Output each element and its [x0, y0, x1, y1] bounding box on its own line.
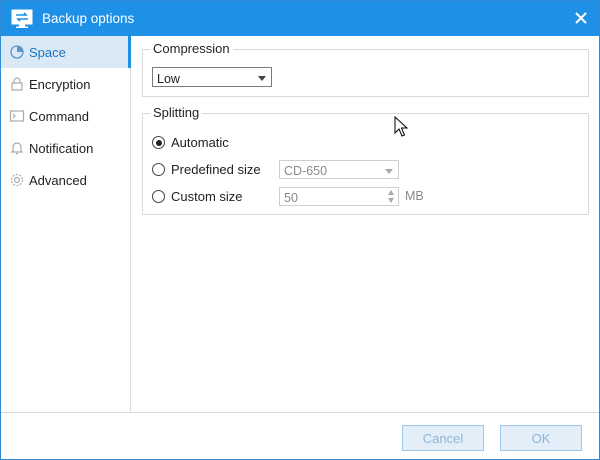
radio-button[interactable] — [152, 163, 165, 176]
radio-label: Predefined size — [171, 162, 261, 177]
sidebar-item-encryption[interactable]: Encryption — [1, 68, 130, 100]
compression-selected-value: Low — [157, 72, 180, 86]
radio-button-checked[interactable] — [152, 136, 165, 149]
dialog-footer: Cancel OK — [1, 412, 599, 459]
cancel-button[interactable]: Cancel — [402, 425, 484, 451]
lock-icon — [11, 77, 23, 91]
terminal-icon — [9, 110, 25, 122]
compression-dropdown[interactable]: Low — [152, 67, 272, 87]
splitting-legend: Splitting — [150, 105, 203, 120]
radio-button[interactable] — [152, 190, 165, 203]
radio-automatic[interactable]: Automatic — [152, 135, 229, 150]
spin-down-icon[interactable] — [388, 198, 394, 203]
window-title: Backup options — [42, 11, 135, 26]
space-settings-panel: Compression Low Splitting Automatic Pred… — [132, 36, 599, 412]
options-sidebar: Space Encryption Command Notification Ad… — [1, 36, 131, 412]
ok-button[interactable]: OK — [500, 425, 582, 451]
dropdown-arrow-icon — [385, 169, 393, 174]
sidebar-item-advanced[interactable]: Advanced — [1, 164, 130, 196]
sidebar-item-label: Space — [29, 44, 66, 60]
sidebar-item-notification[interactable]: Notification — [1, 132, 130, 164]
radio-label: Automatic — [171, 135, 229, 150]
close-icon[interactable] — [573, 10, 589, 26]
bell-icon — [10, 142, 24, 155]
compression-group: Compression Low — [142, 41, 589, 97]
custom-size-value: 50 — [284, 191, 298, 205]
sidebar-item-label: Advanced — [29, 172, 87, 188]
compression-legend: Compression — [150, 41, 233, 56]
radio-custom-size[interactable]: Custom size — [152, 189, 243, 204]
sidebar-item-label: Encryption — [29, 76, 91, 92]
sidebar-item-space[interactable]: Space — [1, 36, 131, 68]
predefined-size-dropdown[interactable]: CD-650 — [279, 160, 399, 179]
backup-options-dialog: Backup options Space Encryption Command … — [0, 0, 600, 460]
radio-predefined-size[interactable]: Predefined size — [152, 162, 261, 177]
dropdown-arrow-icon — [258, 76, 266, 81]
custom-size-unit: MB — [405, 189, 424, 203]
radio-label: Custom size — [171, 189, 243, 204]
custom-size-stepper[interactable]: 50 — [279, 187, 399, 206]
title-bar[interactable]: Backup options — [1, 1, 599, 36]
sidebar-item-label: Command — [29, 108, 89, 124]
splitting-group: Splitting Automatic Predefined size CD-6… — [142, 105, 589, 215]
spin-up-icon[interactable] — [388, 190, 394, 195]
backup-options-app-icon — [11, 9, 33, 28]
gear-icon — [10, 173, 24, 187]
sidebar-item-label: Notification — [29, 140, 94, 156]
predefined-size-value: CD-650 — [284, 164, 328, 178]
sidebar-item-command[interactable]: Command — [1, 100, 130, 132]
pie-chart-icon — [10, 45, 24, 59]
